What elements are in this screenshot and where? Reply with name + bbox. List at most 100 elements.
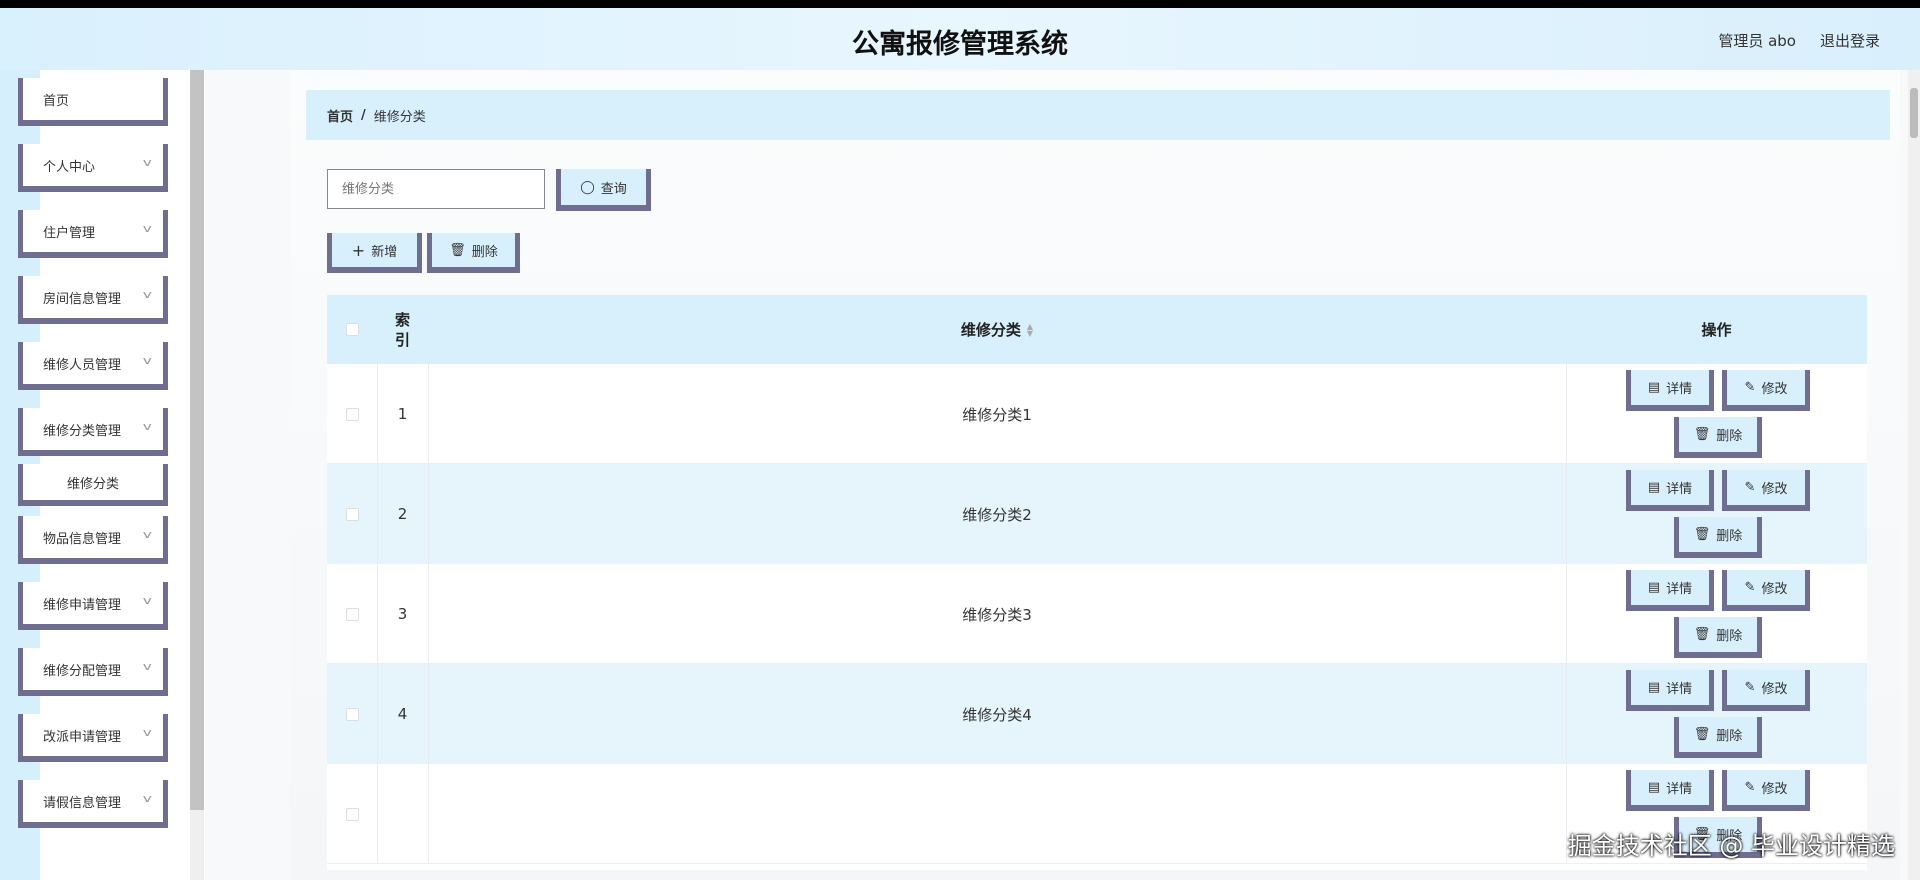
sidebar-scroll-track xyxy=(190,810,204,880)
sidebar-item-label: 改派申请管理 xyxy=(43,729,122,745)
edit-label: 修改 xyxy=(1761,382,1788,397)
sidebar-item-label: 维修人员管理 xyxy=(43,357,122,373)
column-divider xyxy=(1566,464,1567,563)
batch-delete-button[interactable]: 🗑 删除 xyxy=(427,233,520,273)
sidebar-item[interactable]: 物品信息管理 v xyxy=(18,516,168,564)
delete-label: 删除 xyxy=(1716,729,1743,744)
detail-button[interactable]: ▤ 详情 xyxy=(1626,370,1714,411)
add-button-label: 新增 xyxy=(371,244,398,260)
edit-button[interactable]: ✎ 修改 xyxy=(1722,370,1810,411)
sidebar-item[interactable]: 住户管理 v xyxy=(18,210,168,258)
chevron-down-icon: v xyxy=(143,420,153,433)
detail-button[interactable]: ▤ 详情 xyxy=(1626,470,1714,511)
page-scrollbar[interactable] xyxy=(1908,70,1920,880)
table-row: 4 维修分类4 ▤ 详情 ✎ 修改 🗑 删除 xyxy=(327,664,1867,764)
edit-label: 修改 xyxy=(1761,682,1788,697)
header-index: 索 引 xyxy=(394,310,410,349)
sidebar-item-label: 住户管理 xyxy=(43,225,96,241)
header-actions: 操作 xyxy=(1701,321,1732,339)
pencil-icon: ✎ xyxy=(1744,780,1756,795)
delete-button[interactable]: 🗑 删除 xyxy=(1674,517,1762,558)
search-button-label: 查询 xyxy=(600,181,627,197)
edit-label: 修改 xyxy=(1761,582,1788,597)
sidebar-item-label: 维修分类 xyxy=(66,476,119,492)
delete-button[interactable]: 🗑 删除 xyxy=(1674,717,1762,758)
edit-label: 修改 xyxy=(1761,482,1788,497)
detail-label: 详情 xyxy=(1666,782,1693,797)
edit-button[interactable]: ✎ 修改 xyxy=(1722,470,1810,511)
row-index: 1 xyxy=(397,405,408,423)
add-button[interactable]: + 新增 xyxy=(327,233,422,273)
sidebar-item-label: 个人中心 xyxy=(43,159,96,175)
chevron-down-icon: v xyxy=(143,156,153,169)
row-checkbox[interactable] xyxy=(345,607,359,621)
column-divider xyxy=(1566,364,1567,463)
column-divider xyxy=(1566,664,1567,763)
row-index: 4 xyxy=(397,705,408,723)
search-input[interactable] xyxy=(327,169,545,209)
table-row: 1 维修分类1 ▤ 详情 ✎ 修改 🗑 删除 xyxy=(327,364,1867,464)
row-index xyxy=(377,764,428,864)
row-name: 维修分类4 xyxy=(962,705,1032,724)
sidebar-item[interactable]: 请假信息管理 v xyxy=(18,780,168,828)
sort-icon[interactable]: ▲ ▼ xyxy=(1027,322,1033,337)
detail-button[interactable]: ▤ 详情 xyxy=(1626,570,1714,611)
chevron-down-icon: v xyxy=(143,660,153,673)
row-name xyxy=(428,764,1566,864)
row-checkbox[interactable] xyxy=(345,807,359,821)
delete-button[interactable]: 🗑 删除 xyxy=(1674,417,1762,458)
edit-label: 修改 xyxy=(1761,782,1788,797)
table-row: 3 维修分类3 ▤ 详情 ✎ 修改 🗑 删除 xyxy=(327,564,1867,664)
sidebar-item[interactable]: 维修分类管理 v xyxy=(18,408,168,456)
sidebar-item[interactable]: 维修分配管理 v xyxy=(18,648,168,696)
sidebar-item-label: 房间信息管理 xyxy=(43,291,122,307)
chevron-down-icon: v xyxy=(143,594,153,607)
row-checkbox[interactable] xyxy=(345,407,359,421)
row-index: 2 xyxy=(397,505,408,523)
chevron-down-icon: v xyxy=(143,288,153,301)
select-all-checkbox[interactable] xyxy=(345,323,359,336)
sidebar-item[interactable]: 首页 xyxy=(18,78,168,126)
header: 公寓报修管理系统 管理员 abo 退出登录 xyxy=(0,8,1920,70)
search-button[interactable]: ◯ 查询 xyxy=(556,169,651,211)
detail-button[interactable]: ▤ 详情 xyxy=(1626,670,1714,711)
page-scrollbar-thumb[interactable] xyxy=(1910,88,1918,138)
breadcrumb-home[interactable]: 首页 xyxy=(327,106,353,125)
delete-button[interactable]: 🗑 删除 xyxy=(1674,617,1762,658)
row-checkbox[interactable] xyxy=(345,507,359,521)
header-name[interactable]: 维修分类 ▲ ▼ xyxy=(428,295,1566,364)
edit-button[interactable]: ✎ 修改 xyxy=(1722,570,1810,611)
detail-label: 详情 xyxy=(1666,482,1693,497)
sidebar-item-label: 首页 xyxy=(43,93,70,109)
document-icon: ▤ xyxy=(1647,380,1661,395)
table-header: 索 引 维修分类 ▲ ▼ 操作 xyxy=(327,295,1867,364)
sidebar-item[interactable]: 个人中心 v xyxy=(18,144,168,192)
document-icon: ▤ xyxy=(1647,780,1661,795)
edit-button[interactable]: ✎ 修改 xyxy=(1722,670,1810,711)
sidebar-item[interactable]: 维修申请管理 v xyxy=(18,582,168,630)
sidebar-item[interactable]: 房间信息管理 v xyxy=(18,276,168,324)
logout-link[interactable]: 退出登录 xyxy=(1820,30,1880,51)
row-name: 维修分类1 xyxy=(962,405,1032,424)
row-checkbox[interactable] xyxy=(345,707,359,721)
sidebar-item[interactable]: 改派申请管理 v xyxy=(18,714,168,762)
breadcrumb-current: 维修分类 xyxy=(373,109,426,125)
detail-label: 详情 xyxy=(1666,682,1693,697)
sidebar-item-label: 维修分类管理 xyxy=(43,423,122,439)
pencil-icon: ✎ xyxy=(1744,480,1756,495)
row-name: 维修分类3 xyxy=(962,605,1032,624)
detail-button[interactable]: ▤ 详情 xyxy=(1626,770,1714,811)
document-icon: ▤ xyxy=(1647,480,1661,495)
current-user: 管理员 abo xyxy=(1718,32,1796,50)
chevron-down-icon: v xyxy=(143,726,153,739)
sidebar-item-label: 物品信息管理 xyxy=(43,531,122,547)
chevron-down-icon: v xyxy=(143,792,153,805)
row-index: 3 xyxy=(397,605,408,623)
sidebar-item[interactable]: 维修分类 xyxy=(18,464,168,506)
sidebar-item[interactable]: 维修人员管理 v xyxy=(18,342,168,390)
header-name-label: 维修分类 xyxy=(960,321,1021,339)
trash-icon: 🗑 xyxy=(1693,527,1711,542)
sidebar: 首页 个人中心 v 住户管理 v 房间信息管理 v 维修人员管理 v 维修分类管理 v 维修分类 物品信… xyxy=(0,70,205,880)
edit-button[interactable]: ✎ 修改 xyxy=(1722,770,1810,811)
sidebar-scrollbar[interactable] xyxy=(190,70,204,810)
